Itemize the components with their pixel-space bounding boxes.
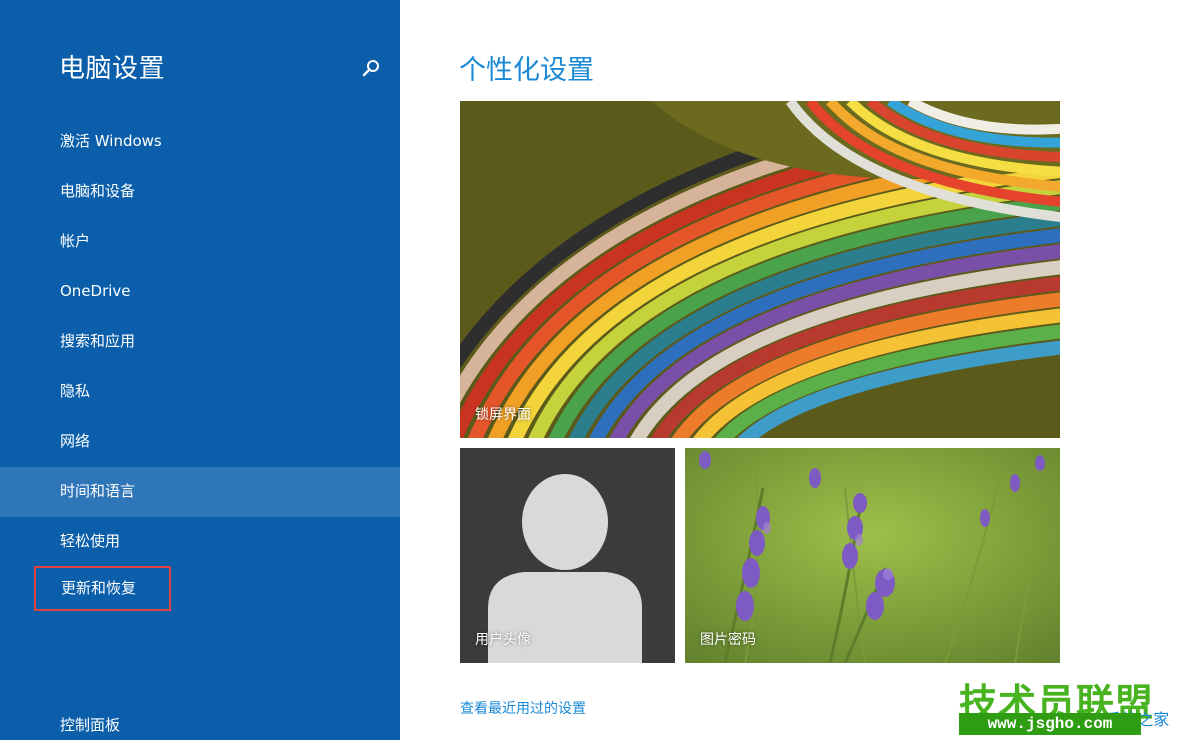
sidebar-title: 电脑设置 <box>59 54 166 84</box>
control-panel-link[interactable]: 控制面板 <box>60 714 120 735</box>
lock-screen-image <box>460 101 1060 438</box>
account-picture-label: 用户头像 <box>475 632 531 648</box>
sidebar-item-ease-of-access[interactable]: 轻松使用 <box>0 517 400 565</box>
watermark-url: www.jsgho.com <box>959 713 1141 735</box>
sidebar-item-accounts[interactable]: 帐户 <box>0 217 400 265</box>
page-title: 个性化设置 <box>459 55 594 86</box>
watermark: 技术员联盟 Win8系统之家 www.jsgho.com <box>955 672 1186 740</box>
lock-screen-label: 锁屏界面 <box>475 407 531 423</box>
picture-password-label: 图片密码 <box>700 632 756 648</box>
sidebar-item-privacy[interactable]: 隐私 <box>0 367 400 415</box>
sidebar-item-network[interactable]: 网络 <box>0 417 400 465</box>
sidebar-item-onedrive[interactable]: OneDrive <box>0 267 400 315</box>
search-icon[interactable] <box>360 58 382 80</box>
sidebar-item-update-and-recovery[interactable]: 更新和恢复 <box>0 566 400 628</box>
sidebar-item-time-and-language[interactable]: 时间和语言 <box>0 467 400 517</box>
picture-password-tile[interactable]: 图片密码 <box>685 448 1060 663</box>
sidebar-item-search-and-apps[interactable]: 搜索和应用 <box>0 317 400 365</box>
sidebar-item-pc-and-devices[interactable]: 电脑和设备 <box>0 167 400 215</box>
account-picture-tile[interactable]: 用户头像 <box>460 448 675 663</box>
sidebar-item-activate-windows[interactable]: 激活 Windows <box>0 117 400 165</box>
lock-screen-tile[interactable]: 锁屏界面 <box>460 101 1060 438</box>
sidebar: 电脑设置 激活 Windows 电脑和设备 帐户 OneDrive 搜索和应用 … <box>0 0 400 740</box>
recent-settings-link[interactable]: 查看最近用过的设置 <box>460 698 586 718</box>
highlight-box: 更新和恢复 <box>34 566 171 611</box>
